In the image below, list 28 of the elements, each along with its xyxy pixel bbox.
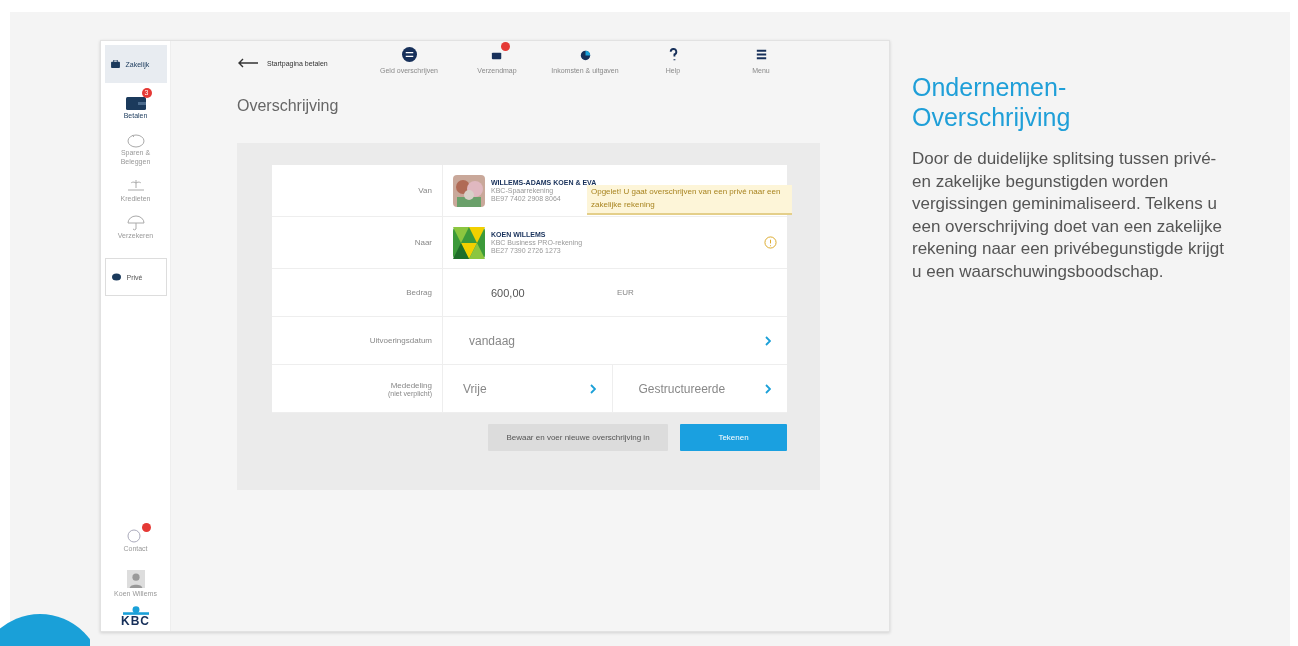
warning-icon[interactable] (764, 236, 777, 249)
message-option[interactable]: Vrije (443, 365, 613, 412)
page-title: Overschrijving (237, 97, 340, 116)
avatar-icon (126, 568, 145, 589)
logo-text: KBC (121, 615, 150, 627)
sign-button[interactable]: Tekenen (680, 424, 787, 451)
chevron-icon (765, 335, 771, 346)
amount-field[interactable]: 600,00 (491, 286, 611, 299)
save-button[interactable]: Bewaar en voer nieuwe overschrijving in (488, 424, 668, 451)
field-label: Uitvoeringsdatum (272, 317, 443, 364)
date-selector[interactable]: vandaag (443, 317, 787, 364)
briefcase-icon (110, 60, 120, 68)
field-label: Bedrag (272, 269, 443, 316)
field-label: Van (272, 165, 443, 216)
currency-label: EUR (617, 288, 634, 297)
article-heading: Ondernemen-Overschrijving (912, 72, 1072, 132)
warning-tooltip: Opgelet! U gaat overschrijven van een privé naar een zakelijke rekening (587, 185, 792, 215)
message-option[interactable]: Gestructureerde (618, 365, 787, 412)
field-label: Mededeling (390, 380, 432, 390)
field-label: Naar (272, 217, 443, 268)
back-arrow-icon (237, 58, 259, 68)
chevron-icon (765, 383, 771, 394)
chevron-icon (589, 383, 596, 394)
wallet-icon (125, 95, 146, 111)
umbrella-icon (125, 215, 146, 232)
logo-icon (122, 606, 149, 615)
transfer-icon (401, 47, 417, 62)
article-text: Door de duidelijke splitsing tussen privé- en zakelijke begunstigden worden vergissingen geminimaliseerd. Telkens u een overschrijving doet van een zakelijke rekening naar een privébegunstigde krijgt u een waarschuwingsboodschap. (912, 148, 1224, 283)
